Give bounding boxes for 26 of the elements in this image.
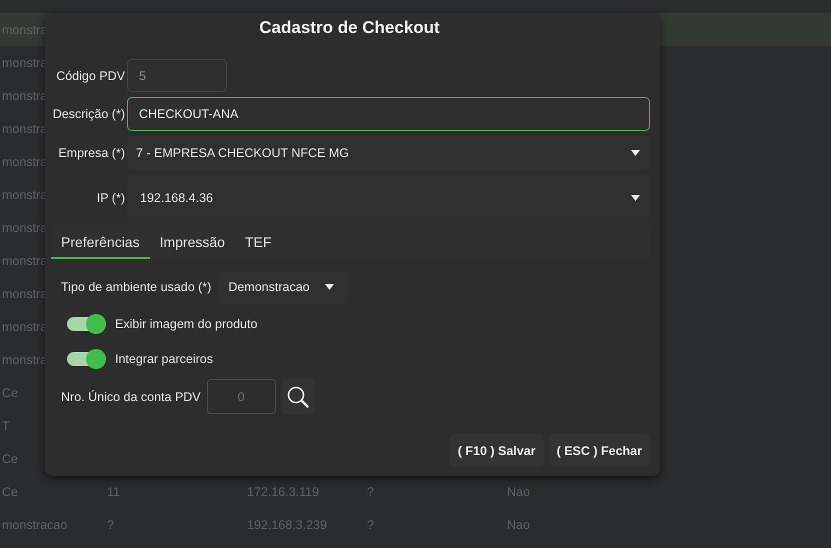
toggle-label: Integrar parceiros: [115, 352, 213, 366]
search-icon: [286, 384, 310, 408]
caret-icon: [631, 150, 640, 156]
dialog-title: Cadastro de Checkout: [259, 18, 440, 38]
table-cell: ?: [367, 484, 374, 498]
text-field[interactable]: CHECKOUT-ANA: [127, 97, 650, 131]
field-label: Empresa (*): [57, 146, 125, 160]
field-label: Descrição (*): [52, 107, 125, 121]
field-label: IP (*): [96, 190, 125, 204]
caret-icon: [324, 284, 334, 290]
tab[interactable]: Preferências: [51, 227, 150, 259]
table-cell: ?: [367, 518, 374, 532]
table-cell: ?: [107, 518, 114, 532]
field-label: Nro. Único da conta PDV: [61, 390, 201, 404]
search-button[interactable]: [282, 379, 315, 414]
dialog-button[interactable]: ( F10 ) Salvar: [450, 434, 544, 467]
tab[interactable]: Impressão: [150, 227, 235, 259]
caret-icon: [631, 194, 640, 200]
field-label: Código PDV: [55, 68, 125, 82]
tab[interactable]: TEF: [234, 227, 282, 259]
dialog-button[interactable]: ( ESC ) Fechar: [548, 434, 650, 467]
toggle-label: Exibir imagem do produto: [115, 317, 258, 331]
toggle-switch[interactable]: [67, 317, 106, 331]
field-label: Tipo de ambiente usado (*): [61, 280, 212, 294]
input-field[interactable]: 0: [206, 379, 276, 414]
toggle-switch[interactable]: [67, 352, 106, 366]
